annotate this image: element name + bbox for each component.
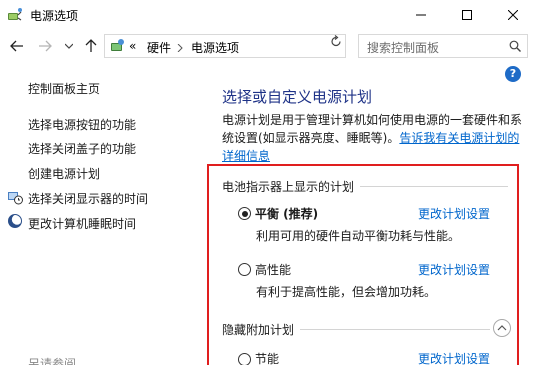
plan-radio-balanced[interactable] [238, 207, 251, 220]
breadcrumb-overflow[interactable]: « [129, 39, 136, 53]
sidebar-item-create-plan[interactable]: 创建电源计划 [28, 165, 100, 182]
plan-name-power-saver[interactable]: 节能 [255, 350, 279, 365]
plan-desc-balanced: 利用可用的硬件自动平衡功耗与性能。 [256, 229, 461, 243]
chevron-up-icon [497, 325, 507, 331]
battery-plans-heading: 电池指示器上显示的计划 [222, 178, 361, 195]
arrow-left-icon [10, 40, 23, 52]
arrow-up-icon [85, 39, 97, 52]
control-panel-icon [109, 38, 125, 57]
arrow-right-icon [39, 40, 52, 52]
up-button[interactable] [82, 36, 100, 56]
breadcrumb-power-options[interactable]: 电源选项 [191, 39, 239, 56]
sidebar-item-home[interactable]: 控制面板主页 [28, 80, 100, 97]
minimize-button[interactable] [398, 0, 444, 30]
navigation-bar: « 硬件 电源选项 搜索控制面板 [0, 30, 536, 62]
power-options-icon [7, 7, 23, 23]
plan-radio-power-saver[interactable] [238, 353, 251, 365]
search-icon [509, 40, 521, 55]
plan-radio-high-performance[interactable] [238, 263, 251, 276]
plan-name-balanced[interactable]: 平衡 (推荐) [255, 205, 318, 222]
plan-desc-high-performance: 有利于提高性能，但会增加功耗。 [256, 285, 437, 299]
maximize-icon [462, 10, 472, 20]
title-bar: 电源选项 [0, 0, 536, 30]
refresh-button[interactable] [330, 35, 342, 51]
search-input[interactable]: 搜索控制面板 [358, 34, 528, 58]
hidden-plans-heading: 隐藏附加计划 [222, 321, 301, 338]
see-also-heading: 另请参阅 [28, 357, 77, 365]
back-button[interactable] [8, 36, 26, 56]
minimize-icon [416, 14, 426, 16]
collapse-hidden-plans-button[interactable] [493, 319, 511, 337]
sidebar-item-display-off[interactable]: 选择关闭显示器的时间 [28, 190, 148, 207]
maximize-button[interactable] [444, 0, 490, 30]
page-title: 选择或自定义电源计划 [222, 88, 373, 106]
sidebar-item-sleep[interactable]: 更改计算机睡眠时间 [28, 215, 136, 232]
refresh-icon [331, 35, 341, 47]
search-placeholder: 搜索控制面板 [367, 41, 440, 55]
recent-locations-button[interactable] [60, 36, 78, 56]
plan-name-high-performance[interactable]: 高性能 [255, 261, 291, 278]
monitor-clock-icon [7, 189, 23, 205]
forward-button[interactable] [36, 36, 54, 56]
change-plan-settings-balanced[interactable]: 更改计划设置 [418, 205, 490, 222]
chevron-down-icon [65, 43, 73, 49]
close-button[interactable] [490, 0, 536, 30]
address-bar[interactable]: « 硬件 电源选项 [104, 34, 424, 58]
sidebar-item-lid[interactable]: 选择关闭盖子的功能 [28, 140, 136, 157]
breadcrumb-hardware[interactable]: 硬件 [147, 39, 171, 56]
help-button[interactable]: ? [505, 66, 521, 82]
sidebar-item-power-button[interactable]: 选择电源按钮的功能 [28, 116, 136, 133]
window-title: 电源选项 [30, 9, 79, 23]
close-icon [508, 10, 518, 20]
chevron-right-icon [177, 44, 183, 52]
page-description: 电源计划是用于管理计算机如何使用电源的一套硬件和系统设置(如显示器亮度、睡眠等)… [222, 111, 522, 165]
change-plan-settings-high-performance[interactable]: 更改计划设置 [418, 261, 490, 278]
change-plan-settings-power-saver[interactable]: 更改计划设置 [418, 350, 490, 365]
moon-icon [7, 213, 23, 229]
